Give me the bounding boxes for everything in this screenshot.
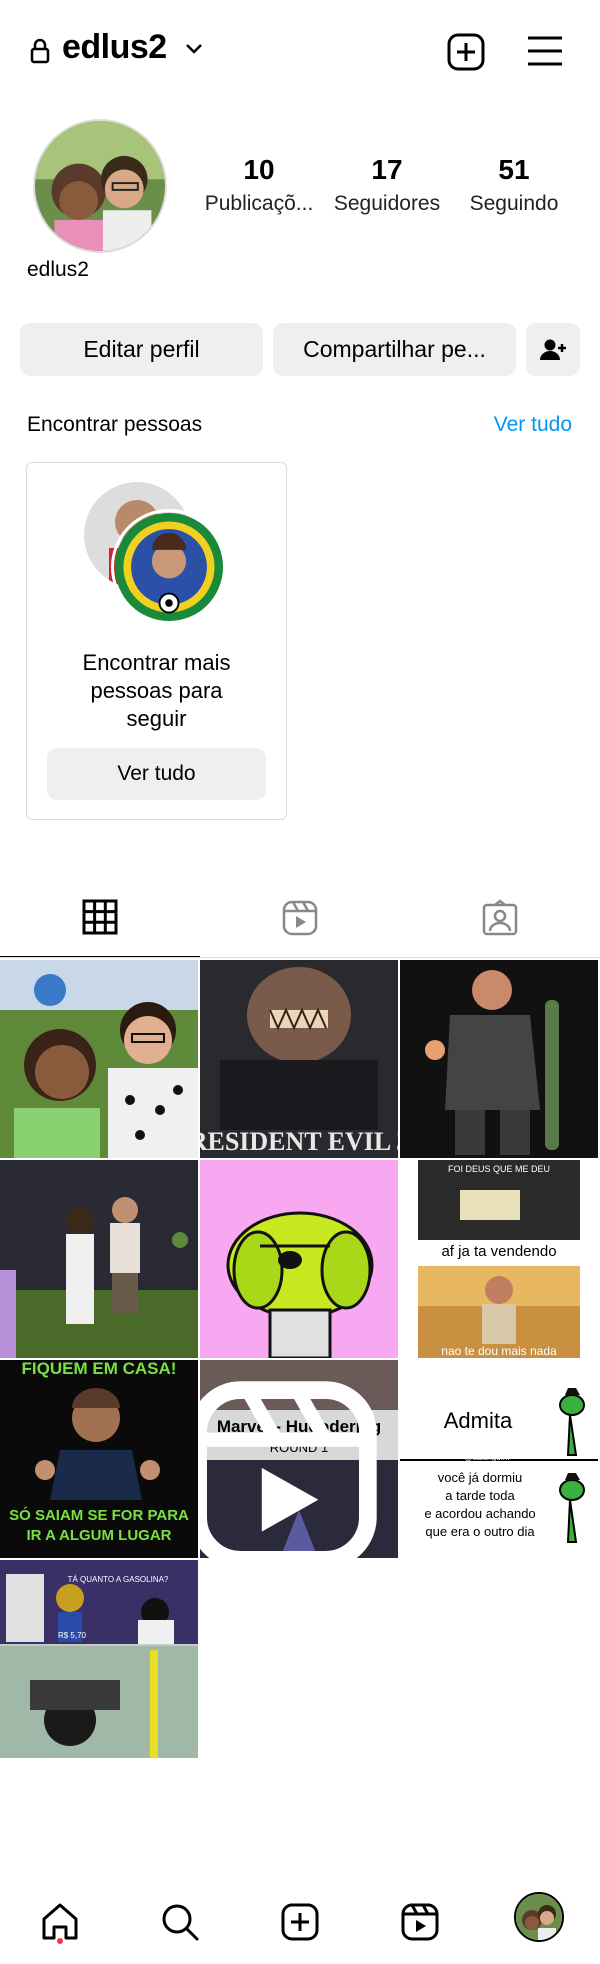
posts-count-label: Publicaçõ...: [204, 192, 314, 215]
post-text: SÓ SAIAM SE FOR PARA: [9, 1506, 189, 1524]
add-user-icon: [540, 339, 566, 360]
lock-icon: [30, 38, 50, 64]
post-thumbnail[interactable]: TÁ QUANTO A GASOLINA? R$ 5,70: [0, 1560, 198, 1758]
post-text: @calangofm: [464, 1453, 509, 1462]
posts-count[interactable]: 10 Publicaçõ...: [198, 154, 320, 216]
post-thumbnail[interactable]: Marvel - Hugoderjug ROUND 1: [200, 1360, 398, 1558]
following-count[interactable]: 51 Seguindo: [458, 154, 570, 216]
post-text: e acordou achando: [424, 1506, 535, 1521]
post-text: FIQUEM EM CASA!: [22, 1360, 177, 1378]
reels-badge-icon: [200, 1381, 377, 1558]
edit-profile-button[interactable]: Editar perfil: [20, 323, 263, 376]
post-thumbnail[interactable]: RESIDENT EVIL 3: [200, 960, 398, 1158]
post-thumbnail[interactable]: Admita @calangofm você já dormiu a tarde…: [400, 1360, 598, 1558]
discover-people-title: Encontrar pessoas: [27, 413, 203, 436]
nav-create[interactable]: [270, 1892, 330, 1952]
grid-icon: [82, 899, 118, 935]
new-post-icon[interactable]: [446, 32, 486, 72]
bottom-navigation: [0, 1880, 600, 1964]
discover-card: Encontrar mais pessoas para seguir Ver t…: [26, 462, 287, 820]
chevron-down-icon[interactable]: [184, 42, 204, 56]
followers-count-label: Seguidores: [333, 192, 441, 215]
tab-posts[interactable]: [0, 878, 200, 958]
post-text: IR A ALGUM LUGAR: [27, 1527, 172, 1544]
post-text: RESIDENT EVIL 3: [200, 1127, 398, 1156]
posts-count-value: 10: [243, 154, 275, 185]
post-thumbnail[interactable]: FIQUEM EM CASA! SÓ SAIAM SE FOR PARA IR …: [0, 1360, 198, 1558]
tab-tagged[interactable]: [400, 878, 600, 958]
post-thumbnail[interactable]: [400, 960, 598, 1158]
reels-icon: [401, 1903, 439, 1941]
post-text: a tarde toda: [445, 1488, 515, 1503]
home-icon: [42, 1903, 78, 1940]
menu-icon[interactable]: [526, 34, 564, 68]
post-text: Admita: [444, 1408, 513, 1433]
followers-count[interactable]: 17 Seguidores: [326, 154, 448, 216]
post-text: TÁ QUANTO A GASOLINA?: [68, 1575, 169, 1584]
discover-people-button[interactable]: [526, 323, 580, 376]
post-text: você já dormiu: [438, 1470, 523, 1485]
following-count-value: 51: [498, 154, 530, 185]
discover-card-button[interactable]: Ver tudo: [47, 748, 266, 800]
nav-profile-avatar[interactable]: [514, 1892, 564, 1942]
discover-card-text: Encontrar mais pessoas para seguir: [82, 650, 231, 731]
post-text: nao te dou mais nada: [441, 1344, 557, 1358]
post-thumbnail[interactable]: FOI DEUS QUE ME DEU af ja ta vendendo na…: [400, 1160, 598, 1358]
nav-search[interactable]: [150, 1892, 210, 1952]
post-thumbnail[interactable]: [200, 1160, 398, 1358]
post-text: R$ 5,70: [58, 1631, 87, 1640]
nav-reels[interactable]: [390, 1892, 450, 1952]
profile-tabs: [0, 878, 600, 958]
system-bar: [0, 1958, 600, 1964]
post-thumbnail[interactable]: [0, 960, 198, 1158]
reels-icon: [282, 900, 318, 936]
tabs-divider: [0, 957, 600, 958]
post-text: FOI DEUS QUE ME DEU: [448, 1164, 550, 1174]
suggested-user-avatar: [111, 509, 227, 625]
tagged-icon: [482, 899, 518, 936]
post-text: af ja ta vendendo: [441, 1243, 556, 1260]
notification-dot: [57, 1938, 63, 1944]
share-profile-button[interactable]: Compartilhar pe...: [273, 323, 516, 376]
post-thumbnail[interactable]: [0, 1160, 198, 1358]
following-count-label: Seguindo: [469, 192, 559, 215]
create-icon: [281, 1903, 319, 1941]
account-username[interactable]: edlus2: [62, 28, 167, 67]
top-bar: edlus2: [0, 0, 600, 104]
followers-count-value: 17: [371, 154, 403, 185]
search-icon: [162, 1904, 199, 1941]
profile-avatar[interactable]: [33, 119, 167, 253]
profile-name: edlus2: [27, 258, 89, 281]
post-text: que era o outro dia: [425, 1524, 535, 1539]
tab-reels[interactable]: [200, 878, 400, 958]
see-all-link[interactable]: Ver tudo: [494, 413, 572, 437]
